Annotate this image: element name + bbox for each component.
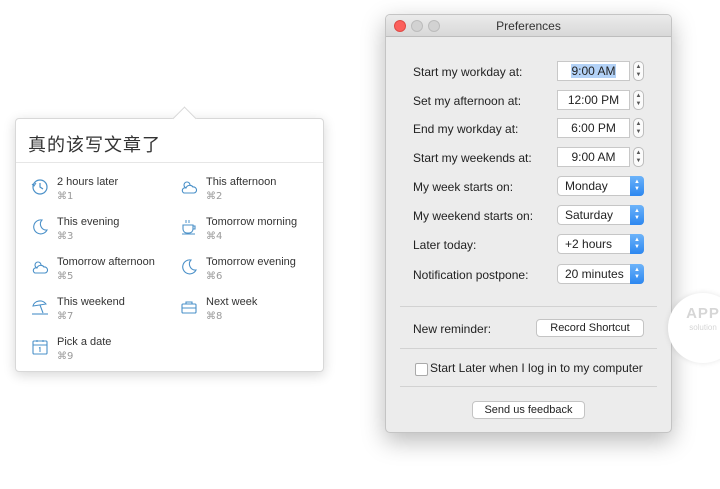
weekend-start-field[interactable]: 9:00 AM [557, 147, 630, 167]
option-label: Next week [206, 296, 258, 308]
option-label: This weekend [57, 296, 125, 308]
stepper-up-icon[interactable]: ▲ [635, 64, 642, 70]
watermark-subtext: solution [689, 323, 717, 332]
option-shortcut: ⌘8 [206, 311, 223, 322]
option-shortcut: ⌘5 [57, 271, 74, 282]
snooze-option-tomorrow-evening[interactable]: Tomorrow evening ⌘6 [180, 256, 325, 290]
week-starts-label: My week starts on: [413, 180, 514, 194]
option-shortcut: ⌘4 [206, 231, 223, 242]
login-checkbox-label[interactable]: Start Later when I log in to my computer [430, 361, 643, 375]
afternoon-field[interactable]: 12:00 PM [557, 90, 630, 110]
snooze-option-this-afternoon[interactable]: This afternoon ⌘2 [180, 176, 325, 210]
option-label: Pick a date [57, 336, 112, 348]
weekend-starts-label: My weekend starts on: [413, 209, 534, 223]
watermark-logo: APP solution [668, 293, 720, 363]
divider [16, 162, 323, 163]
snooze-option-this-weekend[interactable]: This weekend ⌘7 [31, 296, 176, 330]
window-title: Preferences [496, 19, 561, 33]
option-shortcut: ⌘3 [57, 231, 74, 242]
weekend-start-label: Start my weekends at: [413, 151, 532, 165]
stepper-down-icon[interactable]: ▼ [635, 129, 642, 135]
popup-value: +2 hours [565, 237, 613, 251]
option-label: Tomorrow afternoon [57, 256, 155, 268]
divider [400, 306, 657, 307]
afternoon-stepper[interactable]: ▲ ▼ [633, 90, 644, 110]
later-today-popup[interactable]: +2 hours ▲ ▼ [557, 234, 644, 254]
title-bar[interactable]: Preferences [386, 15, 671, 37]
snooze-option-2-hours-later[interactable]: 2 hours later ⌘1 [31, 176, 176, 210]
calendar-icon [32, 340, 48, 355]
stepper-up-icon[interactable]: ▲ [635, 121, 642, 127]
workday-end-field[interactable]: 6:00 PM [557, 118, 630, 138]
watermark-text: APP [686, 305, 720, 322]
snooze-option-tomorrow-morning[interactable]: Tomorrow morning ⌘4 [180, 216, 325, 250]
popup-value: 20 minutes [565, 267, 624, 281]
moon-icon [33, 219, 48, 235]
stepper-up-icon[interactable]: ▲ [635, 150, 642, 156]
updown-chevron-icon: ▲ ▼ [630, 205, 644, 225]
option-shortcut: ⌘1 [57, 191, 74, 202]
snooze-option-next-week[interactable]: Next week ⌘8 [180, 296, 325, 330]
beach-umbrella-icon [32, 300, 48, 315]
updown-chevron-icon: ▲ ▼ [630, 234, 644, 254]
option-label: Tomorrow morning [206, 216, 298, 228]
stepper-up-icon[interactable]: ▲ [635, 93, 642, 99]
briefcase-icon [181, 301, 197, 314]
option-label: Tomorrow evening [206, 256, 296, 268]
afternoon-label: Set my afternoon at: [413, 94, 522, 108]
login-checkbox[interactable] [415, 363, 428, 376]
divider [400, 386, 657, 387]
snooze-option-tomorrow-afternoon[interactable]: Tomorrow afternoon ⌘5 [31, 256, 176, 290]
weekend-starts-popup[interactable]: Saturday ▲ ▼ [557, 205, 644, 225]
option-shortcut: ⌘2 [206, 191, 223, 202]
later-today-label: Later today: [413, 238, 477, 252]
option-label: This afternoon [206, 176, 277, 188]
send-feedback-button[interactable]: Send us feedback [472, 401, 585, 419]
moon-icon [182, 259, 197, 275]
selected-hour: 9:00 AM [571, 64, 616, 78]
postpone-label: Notification postpone: [413, 268, 529, 282]
updown-chevron-icon: ▲ ▼ [630, 264, 644, 284]
week-starts-popup[interactable]: Monday ▲ ▼ [557, 176, 644, 196]
coffee-cup-icon [182, 220, 196, 235]
workday-end-label: End my workday at: [413, 122, 519, 136]
snooze-option-this-evening[interactable]: This evening ⌘3 [31, 216, 176, 250]
workday-start-stepper[interactable]: ▲ ▼ [633, 61, 644, 81]
option-label: 2 hours later [57, 176, 119, 188]
option-shortcut: ⌘9 [57, 351, 74, 362]
popup-value: Monday [565, 179, 608, 193]
clock-icon [31, 179, 48, 195]
preferences-window: Preferences Start my workday at: 9:00 AM… [385, 14, 672, 433]
divider [400, 348, 657, 349]
snooze-option-pick-a-date[interactable]: Pick a date ⌘9 [31, 336, 176, 370]
stepper-down-icon[interactable]: ▼ [635, 72, 642, 78]
record-shortcut-button[interactable]: Record Shortcut [536, 319, 644, 337]
option-shortcut: ⌘7 [57, 311, 74, 322]
new-reminder-label: New reminder: [413, 322, 492, 336]
snooze-popover: 真的该写文章了 2 hours later ⌘1 This afternoon … [15, 106, 325, 372]
postpone-popup[interactable]: 20 minutes ▲ ▼ [557, 264, 644, 284]
weekend-start-stepper[interactable]: ▲ ▼ [633, 147, 644, 167]
cloud-sun-icon [181, 181, 198, 194]
option-label: This evening [57, 216, 120, 228]
workday-end-stepper[interactable]: ▲ ▼ [633, 118, 644, 138]
stepper-down-icon[interactable]: ▼ [635, 158, 642, 164]
workday-start-field[interactable]: 9:00 AM [557, 61, 630, 81]
popup-value: Saturday [565, 208, 614, 222]
workday-start-label: Start my workday at: [413, 65, 523, 79]
cloud-sun-icon [32, 261, 49, 274]
updown-chevron-icon: ▲ ▼ [630, 176, 644, 196]
popover-arrow [172, 106, 197, 131]
option-shortcut: ⌘6 [206, 271, 223, 282]
reminder-title: 真的该写文章了 [28, 135, 161, 156]
stepper-down-icon[interactable]: ▼ [635, 101, 642, 107]
